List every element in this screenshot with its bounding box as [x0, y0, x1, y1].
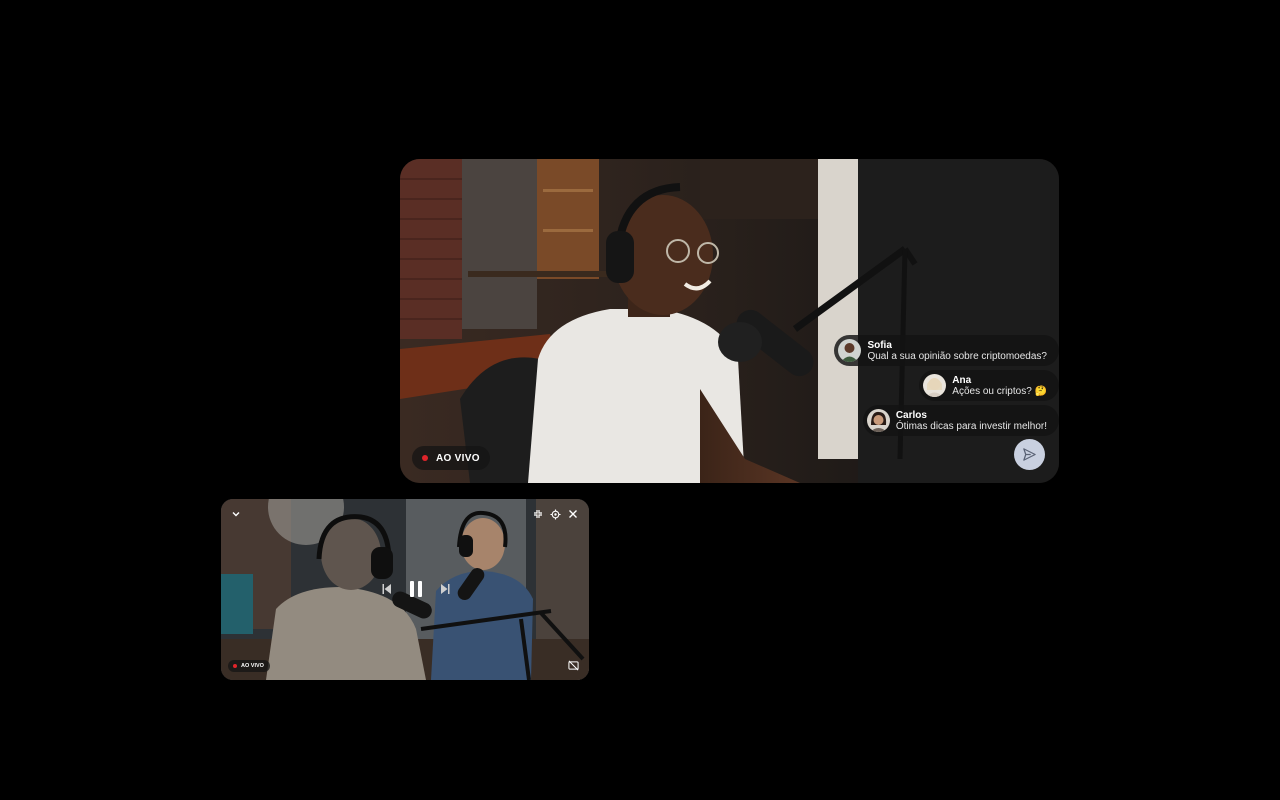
avatar [923, 374, 947, 397]
captions-off-icon [567, 660, 579, 670]
chat-author: Carlos [895, 409, 927, 421]
chat-author: Ana [952, 374, 972, 386]
pause-icon [410, 581, 422, 597]
mini-video-player[interactable] [221, 499, 589, 680]
chat-text: Ótimas dicas para investir melhor! [895, 420, 1047, 432]
chevron-down-icon [232, 512, 240, 517]
chat-author: Sofia [867, 339, 892, 351]
captions-toggle-button[interactable] [566, 658, 580, 672]
send-comment-button[interactable] [1014, 439, 1045, 470]
live-badge: AO VIVO [412, 446, 490, 470]
next-icon [441, 584, 450, 594]
pause-button[interactable] [407, 579, 425, 599]
send-icon [1023, 448, 1036, 461]
minimize-chevron-button[interactable] [229, 507, 243, 521]
live-chat-overlay: Sofia Qual a sua opinião sobre criptomoe… [834, 335, 1059, 436]
avatar [838, 339, 862, 362]
previous-button[interactable] [380, 582, 394, 596]
exit-fullscreen-button[interactable] [531, 507, 545, 521]
live-indicator-dot [422, 455, 428, 461]
live-indicator-dot [233, 664, 237, 668]
next-button[interactable] [438, 582, 452, 596]
close-icon [569, 510, 577, 518]
avatar [866, 409, 890, 432]
app-stage: AO VIVO Sofia Qual a sua opinião sobre c… [0, 0, 1280, 800]
settings-button[interactable] [548, 507, 562, 521]
chat-message: Sofia Qual a sua opinião sobre criptomoe… [834, 335, 1059, 366]
previous-icon [382, 584, 391, 594]
chat-text: Ações ou criptos? 🤔 [952, 385, 1047, 397]
gear-icon [549, 508, 561, 520]
close-button[interactable] [566, 507, 580, 521]
live-label: AO VIVO [436, 452, 480, 464]
mini-live-label: AO VIVO [241, 663, 264, 669]
mini-live-badge: AO VIVO [228, 660, 270, 672]
chat-text: Qual a sua opinião sobre criptomoedas? [867, 350, 1047, 362]
chat-message: Carlos Ótimas dicas para investir melhor… [862, 405, 1059, 436]
collapse-icon [534, 510, 542, 518]
chat-message: Ana Ações ou criptos? 🤔 [919, 370, 1059, 401]
mini-video-frame [221, 499, 589, 680]
